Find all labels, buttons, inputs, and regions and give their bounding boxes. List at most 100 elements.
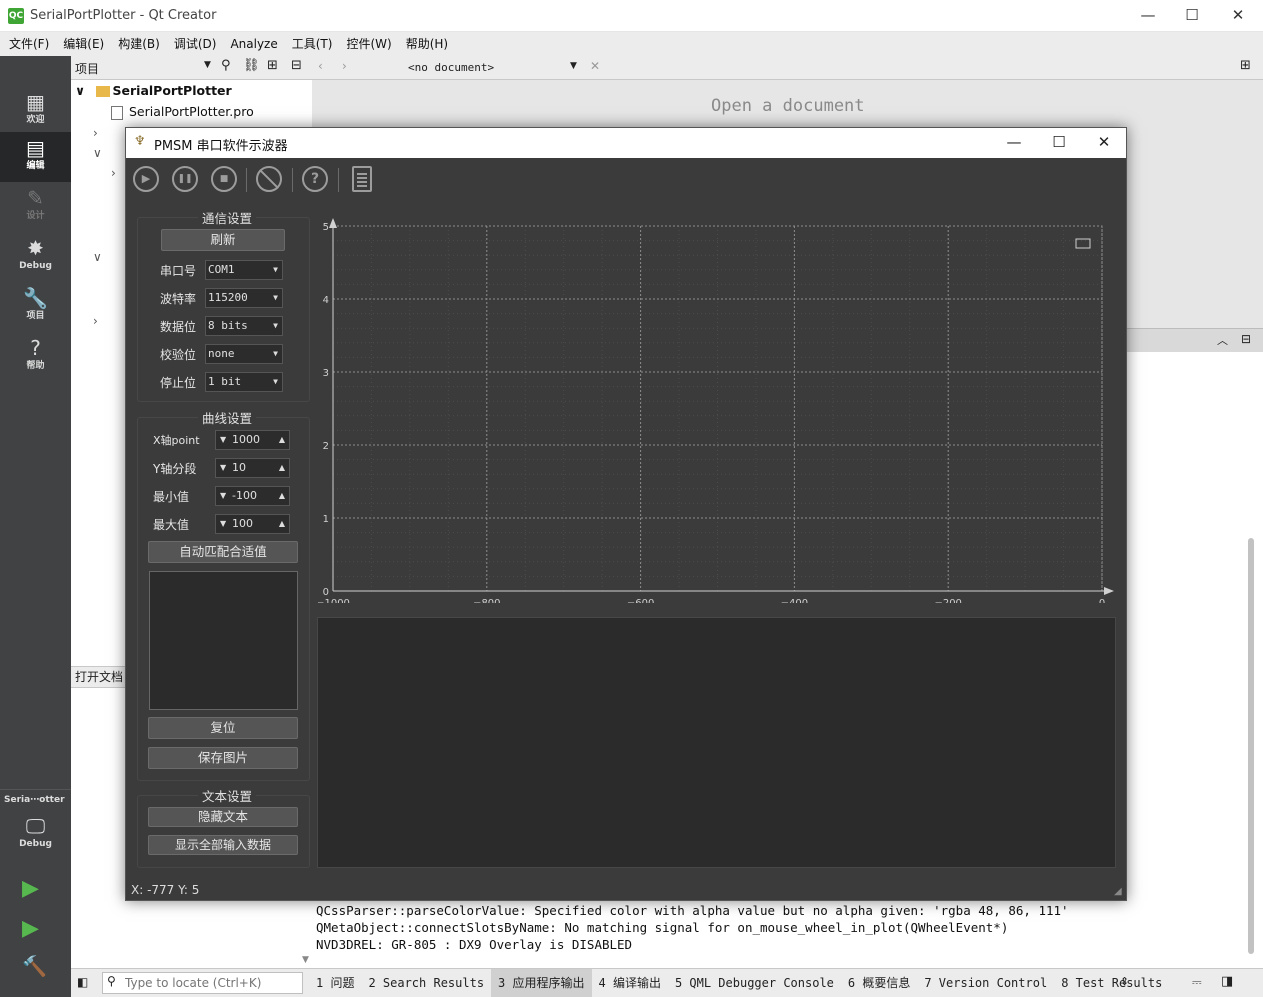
more-tabs-icon[interactable]: ⇕ (1120, 975, 1129, 988)
min-value-spinbox[interactable]: ▼ -100 ▲ (215, 486, 290, 506)
increment-icon[interactable]: ▲ (279, 431, 285, 449)
baud-select[interactable]: 115200 ▼ (205, 288, 283, 308)
tab-qml-console[interactable]: 5 QML Debugger Console (668, 969, 841, 997)
resize-grip-icon[interactable]: ◢ (1114, 886, 1122, 897)
clear-button[interactable] (256, 166, 282, 192)
maximize-button[interactable]: ☐ (1036, 128, 1082, 158)
plot-area[interactable]: −1000 −800 −600 −400 −200 0 0 1 2 3 4 5 (318, 216, 1117, 603)
chevron-down-icon[interactable]: ▼ (204, 60, 211, 70)
received-text-area[interactable] (317, 617, 1116, 868)
tab-issues[interactable]: 1 问题 (309, 969, 361, 997)
expand-arrow-icon[interactable]: › (111, 166, 116, 180)
play-button[interactable]: ▶ (133, 166, 159, 192)
refresh-button[interactable]: 刷新 (161, 229, 285, 251)
close-document-icon[interactable]: ✕ (590, 59, 600, 73)
link-icon[interactable]: ⛓ (243, 58, 260, 73)
parity-select[interactable]: none ▼ (205, 344, 283, 364)
mode-help[interactable]: ? 帮助 (0, 332, 71, 382)
menu-window[interactable]: 控件(W) (339, 32, 398, 56)
scroll-down-icon[interactable]: ▼ (302, 955, 309, 965)
tab-search-results[interactable]: 2 Search Results (361, 969, 491, 997)
menu-build[interactable]: 构建(B) (111, 32, 167, 56)
port-select[interactable]: COM1 ▼ (205, 260, 283, 280)
increment-icon[interactable]: ▲ (279, 515, 285, 533)
grid-icon: ▦ (26, 90, 45, 114)
forward-icon[interactable]: › (342, 59, 347, 73)
kit-selector[interactable]: 🖵 Debug (0, 810, 71, 862)
right-sidebar-icon[interactable]: ◨ (1221, 974, 1233, 989)
tab-test-results[interactable]: 8 Test Results (1054, 969, 1169, 997)
tab-application-output[interactable]: 3 应用程序输出 (491, 969, 592, 997)
sidebar-toggle-icon[interactable]: ◧ (77, 975, 88, 989)
max-value-spinbox[interactable]: ▼ 100 ▲ (215, 514, 290, 534)
chevron-down-icon[interactable]: ▼ (570, 61, 577, 71)
locator-field[interactable]: ⚲ (102, 972, 303, 994)
chevron-up-icon[interactable]: ︿ (1217, 332, 1228, 348)
menu-help[interactable]: 帮助(H) (399, 32, 455, 56)
menu-file[interactable]: 文件(F) (2, 32, 56, 56)
expand-arrow-icon[interactable]: ∨ (93, 146, 102, 160)
close-button[interactable]: ✕ (1215, 0, 1261, 32)
mode-design[interactable]: ✎ 设计 (0, 182, 71, 232)
mode-edit[interactable]: ▤ 编辑 (0, 132, 71, 182)
back-icon[interactable]: ‹ (318, 59, 323, 73)
expand-arrow-icon[interactable]: ∨ (93, 250, 102, 264)
increment-icon[interactable]: ▲ (279, 487, 285, 505)
stopbits-select[interactable]: 1 bit ▼ (205, 372, 283, 392)
hide-text-button[interactable]: 隐藏文本 (148, 807, 298, 827)
run-button[interactable]: ▶ (22, 876, 39, 901)
minimize-button[interactable]: — (991, 128, 1037, 158)
expand-arrow-icon[interactable]: ∨ (75, 83, 85, 98)
tree-item-pro-file[interactable]: SerialPortPlotter.pro (111, 101, 254, 123)
y-divisions-label: Y轴分段 (153, 462, 197, 476)
close-pane-icon[interactable]: ⊟ (1241, 332, 1251, 346)
tab-version-control[interactable]: 7 Version Control (917, 969, 1054, 997)
mode-debug[interactable]: ✸ Debug (0, 232, 71, 282)
show-all-data-button[interactable]: 显示全部输入数据 (148, 835, 298, 855)
decrement-icon[interactable]: ▼ (220, 487, 226, 505)
x-points-spinbox[interactable]: ▼ 1000 ▲ (215, 430, 290, 450)
document-button[interactable] (352, 166, 372, 192)
decrement-icon[interactable]: ▼ (220, 515, 226, 533)
tab-compile-output[interactable]: 4 编译输出 (592, 969, 668, 997)
help-button[interactable]: ? (302, 166, 328, 192)
menu-analyze[interactable]: Analyze (223, 32, 284, 56)
autofit-button[interactable]: 自动匹配合适值 (148, 541, 298, 563)
debug-run-button[interactable]: ▶ (22, 916, 39, 941)
oscilloscope-plot[interactable]: −1000 −800 −600 −400 −200 0 0 1 2 3 4 5 (318, 216, 1117, 603)
menu-tools[interactable]: 工具(T) (285, 32, 340, 56)
decrement-icon[interactable]: ▼ (220, 431, 226, 449)
increment-icon[interactable]: ▲ (279, 459, 285, 477)
projects-header-label[interactable]: 项目 (75, 60, 99, 77)
tree-item-project[interactable]: ∨ SerialPortPlotter (75, 80, 232, 102)
menu-debug[interactable]: 调试(D) (167, 32, 224, 56)
close-button[interactable]: ✕ (1081, 128, 1127, 158)
progress-icon[interactable]: ⎓ (1192, 975, 1202, 990)
close-pane-icon[interactable]: ⊟ (291, 58, 302, 73)
expand-arrow-icon[interactable]: › (93, 126, 98, 140)
filter-icon[interactable]: ⚲ (221, 58, 231, 73)
mode-projects[interactable]: 🔧 项目 (0, 282, 71, 332)
save-image-button[interactable]: 保存图片 (148, 747, 298, 769)
reset-button[interactable]: 复位 (148, 717, 298, 739)
split-icon[interactable]: ⊞ (1240, 58, 1251, 73)
expand-arrow-icon[interactable]: › (93, 314, 98, 328)
document-selector[interactable]: <no document> (408, 61, 494, 74)
maximize-button[interactable]: ☐ (1169, 0, 1215, 32)
pause-button[interactable]: ❚❚ (172, 166, 198, 192)
build-button[interactable]: 🔨 (22, 954, 47, 978)
y-divisions-spinbox[interactable]: ▼ 10 ▲ (215, 458, 290, 478)
mode-welcome[interactable]: ▦ 欢迎 (0, 86, 71, 136)
locator-input[interactable] (125, 974, 295, 992)
open-document-hint: Open a document (711, 96, 865, 116)
channel-list[interactable] (149, 571, 298, 710)
output-scrollbar[interactable] (1248, 538, 1254, 954)
databits-select[interactable]: 8 bits ▼ (205, 316, 283, 336)
stop-button[interactable]: ■ (211, 166, 237, 192)
decrement-icon[interactable]: ▼ (220, 459, 226, 477)
tab-general-messages[interactable]: 6 概要信息 (841, 969, 917, 997)
menu-edit[interactable]: 编辑(E) (56, 32, 111, 56)
minimize-button[interactable]: — (1125, 0, 1171, 32)
open-documents-header[interactable]: 打开文档 (71, 666, 126, 688)
split-icon[interactable]: ⊞ (267, 58, 278, 73)
